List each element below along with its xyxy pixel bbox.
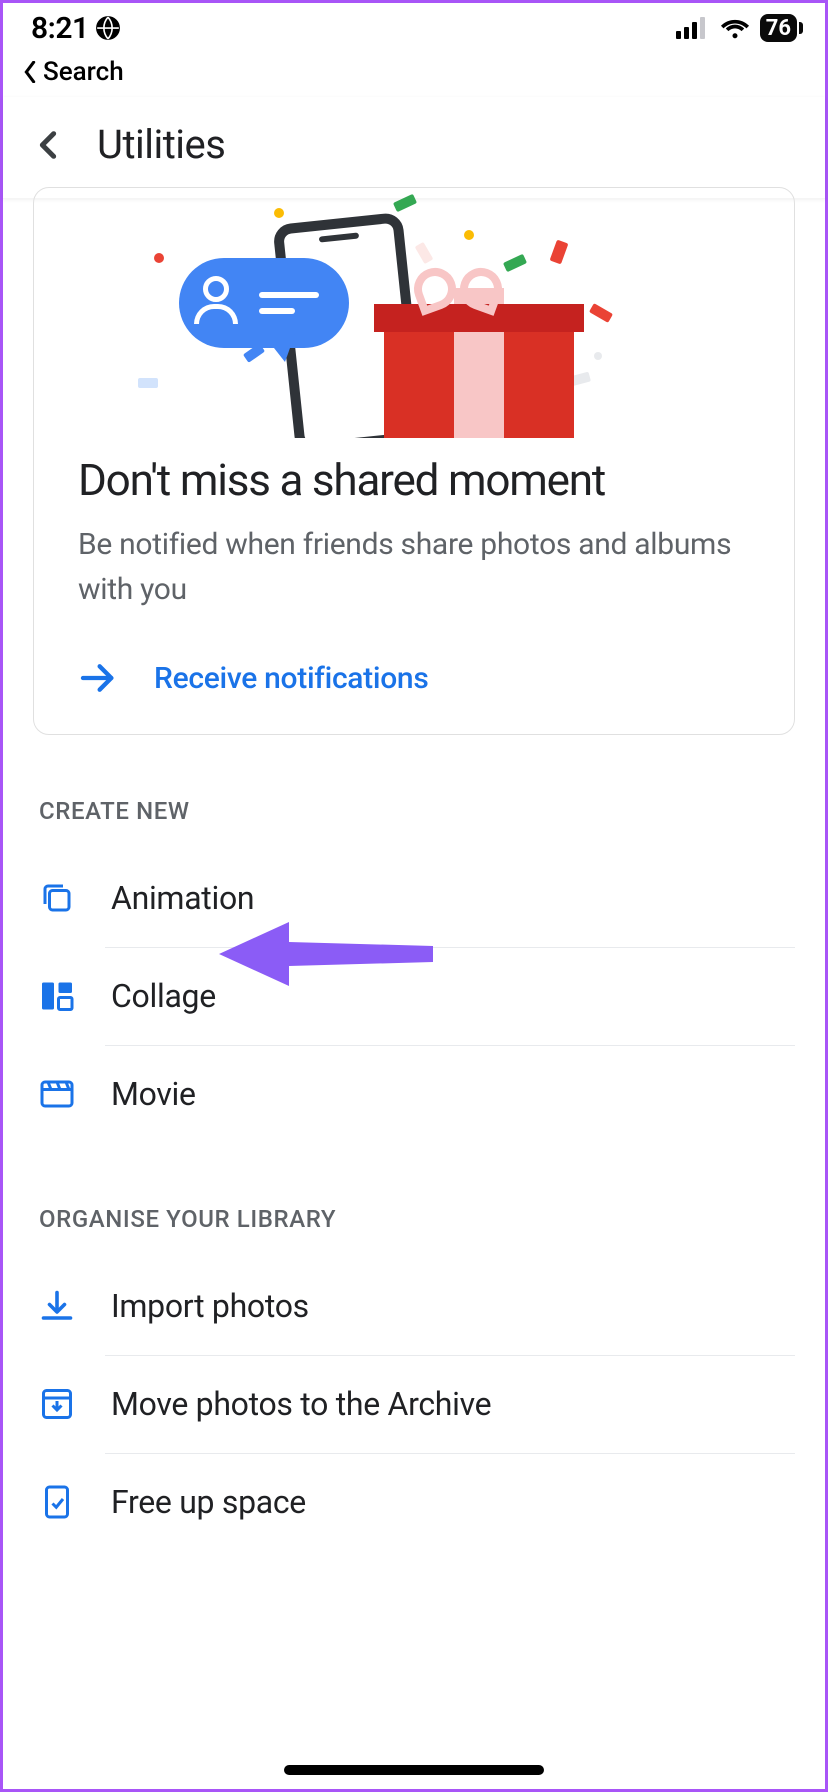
list-item-animation[interactable]: Animation [33, 849, 795, 947]
home-indicator[interactable] [284, 1765, 544, 1775]
promo-illustration [34, 188, 794, 438]
globe-icon [95, 15, 121, 41]
battery-level: 76 [766, 16, 791, 41]
list-label: Animation [111, 879, 254, 917]
promo-subtitle: Be notified when friends share photos an… [78, 522, 750, 612]
list-item-free-up-space[interactable]: Free up space [33, 1453, 795, 1551]
battery-indicator: 76 [760, 14, 797, 42]
receive-notifications-button[interactable]: Receive notifications [34, 658, 794, 698]
breadcrumb-label: Search [43, 57, 124, 87]
promo-title: Don't miss a shared moment [78, 456, 750, 504]
list-label: Move photos to the Archive [111, 1385, 491, 1423]
movie-icon [39, 1076, 75, 1112]
list-item-collage[interactable]: Collage [33, 947, 795, 1045]
list-label: Import photos [111, 1287, 309, 1325]
list-item-movie[interactable]: Movie [33, 1045, 795, 1143]
free-up-space-icon [39, 1484, 75, 1520]
section-heading-create: CREATE NEW [39, 797, 795, 825]
status-left: 8:21 [31, 11, 121, 46]
download-icon [39, 1288, 75, 1324]
archive-icon [39, 1386, 75, 1422]
page-title: Utilities [97, 121, 225, 168]
collage-icon [39, 978, 75, 1014]
cellular-signal-icon [676, 15, 710, 41]
chevron-left-icon [23, 61, 37, 83]
list-label: Movie [111, 1075, 196, 1113]
status-bar: 8:21 76 [3, 3, 825, 53]
list-label: Free up space [111, 1483, 306, 1521]
nav-header: Utilities [3, 97, 825, 199]
wifi-icon [718, 15, 752, 41]
list-item-archive[interactable]: Move photos to the Archive [33, 1355, 795, 1453]
status-right: 76 [676, 14, 797, 42]
list-label: Collage [111, 977, 216, 1015]
list-item-import-photos[interactable]: Import photos [33, 1257, 795, 1355]
back-button[interactable] [27, 124, 69, 166]
status-time: 8:21 [31, 11, 89, 46]
chevron-left-icon [31, 128, 65, 162]
arrow-right-icon [78, 658, 118, 698]
animation-icon [39, 880, 75, 916]
promo-card: Don't miss a shared moment Be notified w… [33, 187, 795, 735]
section-heading-organise: ORGANISE YOUR LIBRARY [39, 1205, 795, 1233]
promo-action-label: Receive notifications [154, 661, 428, 696]
breadcrumb[interactable]: Search [3, 53, 825, 97]
